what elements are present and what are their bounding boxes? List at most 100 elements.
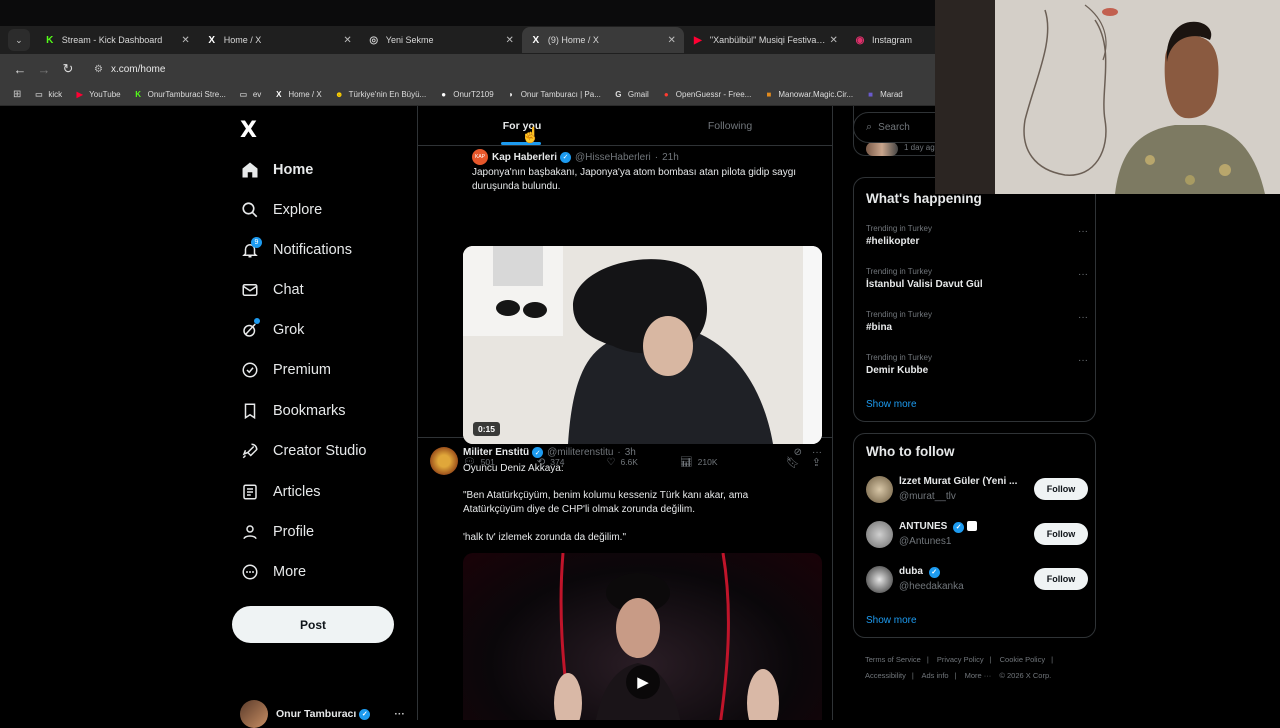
kick-icon: K xyxy=(135,90,141,99)
tweet-author-name[interactable]: Kap Haberleri xyxy=(492,152,557,163)
browser-tab[interactable]: K Stream - Kick Dashboard ✕ xyxy=(36,27,198,53)
tweet[interactable]: Militer Enstitü ✓ @militerenstitu · 3h ⊘… xyxy=(418,439,832,720)
nav-item-articles[interactable]: Articles xyxy=(240,477,321,507)
close-icon[interactable]: ✕ xyxy=(343,35,351,46)
follow-suggestion[interactable]: İzzet Murat Güler (Yeni ... @murat__tlv … xyxy=(866,474,1088,506)
tweet-more-options[interactable]: ⊘ ··· xyxy=(794,447,822,458)
bookmark-item[interactable]: ▭ ev xyxy=(238,89,262,100)
close-icon[interactable]: ✕ xyxy=(181,35,189,46)
avatar xyxy=(866,476,893,503)
footer-link[interactable]: Privacy Policy xyxy=(937,655,984,664)
footer-link[interactable]: Ads info xyxy=(921,671,948,680)
more-dots-icon[interactable]: ··· xyxy=(1078,226,1088,237)
bookmark-item[interactable]: ◗ Onur Tamburacı | Pa... xyxy=(506,89,601,100)
follow-suggestion[interactable]: duba ✓ @heedakanka Follow xyxy=(866,564,1088,596)
bookmark-item[interactable]: ● OpenGuessr - Free... xyxy=(661,89,752,100)
kick-icon: K xyxy=(46,34,54,46)
bookmark-site-icon: ■ xyxy=(766,90,772,99)
tweet-time[interactable]: 21h xyxy=(662,152,679,163)
affiliate-badge-icon xyxy=(966,521,977,532)
follow-button[interactable]: Follow xyxy=(1034,478,1088,500)
tab-following[interactable]: Following xyxy=(626,106,832,145)
nav-item-explore[interactable]: Explore xyxy=(240,195,322,225)
reload-icon[interactable]: ↻ xyxy=(56,57,80,81)
tweet-time[interactable]: 3h xyxy=(625,447,636,458)
avatar[interactable] xyxy=(430,447,458,475)
close-icon[interactable]: ✕ xyxy=(668,35,676,46)
verified-icon xyxy=(240,360,260,380)
footer-link[interactable]: Terms of Service xyxy=(865,655,921,664)
follow-button[interactable]: Follow xyxy=(1034,523,1088,545)
bookmark-item[interactable]: G Gmail xyxy=(613,89,649,100)
close-icon[interactable]: ✕ xyxy=(505,35,513,46)
more-circle-icon xyxy=(240,562,260,582)
more-dots-icon[interactable]: ··· xyxy=(812,447,822,458)
browser-tab-active[interactable]: X (9) Home / X ✕ xyxy=(521,27,684,53)
left-navigation: X Home Explore 9 Notifications Chat Grok… xyxy=(232,106,418,728)
footer-link[interactable]: Accessibility xyxy=(865,671,906,680)
tweet-author-handle[interactable]: @HisseHaberleri xyxy=(575,152,651,163)
nav-item-more[interactable]: More xyxy=(240,557,306,587)
openguessr-icon: ● xyxy=(663,90,669,99)
tweet-video[interactable]: 0:15 xyxy=(463,246,822,444)
close-icon[interactable]: ✕ xyxy=(830,35,838,46)
trend-item[interactable]: Trending in Turkey İstanbul Valisi Davut … xyxy=(866,267,1088,290)
sahibinden-icon: ☻ xyxy=(334,90,344,99)
trend-item[interactable]: Trending in Turkey #bina ··· xyxy=(866,310,1088,333)
tweet-author-name[interactable]: Militer Enstitü xyxy=(463,447,529,458)
follow-button[interactable]: Follow xyxy=(1034,568,1088,590)
tweet-video[interactable]: ▶ xyxy=(463,553,822,720)
google-icon: G xyxy=(615,90,622,99)
bookmark-item[interactable]: ▭ kick xyxy=(33,89,62,100)
bell-icon: 9 xyxy=(240,237,262,260)
bookmark-item[interactable]: K OnurTamburaci Stre... xyxy=(133,89,226,100)
apps-grid-icon[interactable]: ⊞ xyxy=(13,89,21,100)
nav-item-home[interactable]: Home xyxy=(240,155,313,185)
footer-link[interactable]: More ··· xyxy=(965,671,992,680)
trend-item[interactable]: Trending in Turkey Demir Kubbe ··· xyxy=(866,353,1088,376)
forward-icon[interactable]: → xyxy=(32,57,56,81)
footer-link[interactable]: Cookie Policy xyxy=(1000,655,1045,664)
bookmark-item[interactable]: ■ Manowar.Magic.Cir... xyxy=(763,89,853,100)
bookmark-item[interactable]: ☻ Türkiye'nin En Büyü... xyxy=(334,89,426,100)
nav-item-grok[interactable]: Grok xyxy=(240,315,304,345)
bookmark-item[interactable]: ▶ YouTube xyxy=(74,89,121,100)
bookmark-item[interactable]: X Home / X xyxy=(273,89,322,100)
show-more-link[interactable]: Show more xyxy=(866,399,917,410)
patreon-icon: ◗ xyxy=(508,90,514,99)
browser-tab[interactable]: X Home / X ✕ xyxy=(198,27,360,53)
bookmark-item[interactable]: ● OnurT2109 xyxy=(438,89,493,100)
url-field[interactable]: ⚙ x.com/home xyxy=(86,58,906,80)
browser-tab[interactable]: ◎ Yeni Sekme ✕ xyxy=(360,27,522,53)
bookmark-item[interactable]: ■ Marad xyxy=(865,89,903,100)
x-logo-icon[interactable]: X xyxy=(240,118,257,143)
nav-item-profile[interactable]: Profile xyxy=(240,517,314,547)
show-more-link[interactable]: Show more xyxy=(866,615,917,626)
trend-item[interactable]: Trending in Turkey #helikopter ··· xyxy=(866,224,1088,247)
nav-item-premium[interactable]: Premium xyxy=(240,355,331,385)
account-switcher[interactable]: Onur Tamburacı ✓ ··· xyxy=(240,700,405,728)
grok-icon[interactable]: ⊘ xyxy=(794,447,802,458)
post-button[interactable]: Post xyxy=(232,606,394,643)
browser-tab[interactable]: ▶ "Xanbülbül" Musiqi Festivalı İl... ✕ xyxy=(684,27,846,53)
more-dots-icon[interactable]: ··· xyxy=(1078,312,1088,323)
more-dots-icon[interactable]: ··· xyxy=(1078,269,1088,280)
tab-list-chevron-icon[interactable]: ⌄ xyxy=(8,29,30,51)
nav-item-notifications[interactable]: 9 Notifications xyxy=(240,235,352,265)
tweet[interactable]: KAP Kap Haberleri ✓ @HisseHaberleri · 21… xyxy=(418,146,832,469)
back-icon[interactable]: ← xyxy=(8,57,32,81)
nav-item-bookmarks[interactable]: Bookmarks xyxy=(240,396,346,426)
avatar[interactable]: KAP xyxy=(472,149,488,165)
x-page: X Home Explore 9 Notifications Chat Grok… xyxy=(0,106,1280,728)
nav-item-chat[interactable]: Chat xyxy=(240,275,304,305)
home-feed: KAP Kap Haberleri ✓ @HisseHaberleri · 21… xyxy=(417,106,833,720)
verified-badge-icon: ✓ xyxy=(928,566,940,578)
site-info-icon[interactable]: ⚙ xyxy=(94,64,103,75)
browser-tab[interactable]: ◉ Instagram xyxy=(846,27,935,53)
nav-item-creator-studio[interactable]: Creator Studio xyxy=(240,436,367,466)
follow-suggestion[interactable]: ANTUNES ✓ @Antunes1 Follow xyxy=(866,519,1088,551)
tweet-author-handle[interactable]: @militerenstitu xyxy=(547,447,613,458)
play-button-icon[interactable]: ▶ xyxy=(626,665,660,699)
youtube-icon: ▶ xyxy=(694,34,702,46)
more-dots-icon[interactable]: ··· xyxy=(1078,355,1088,366)
